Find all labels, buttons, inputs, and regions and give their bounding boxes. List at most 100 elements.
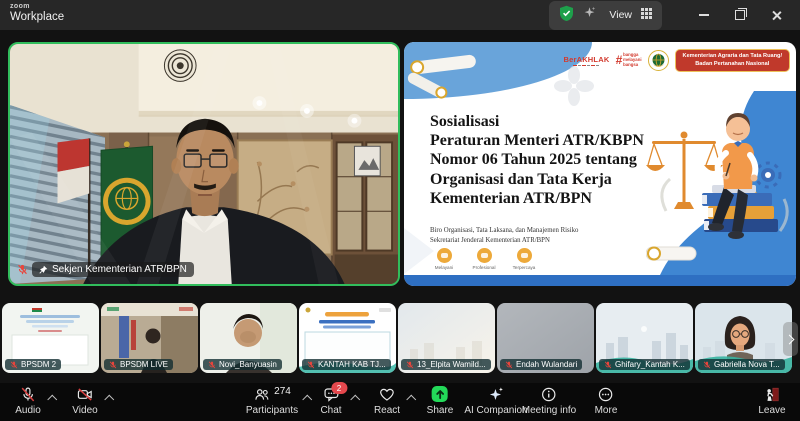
participant-name-tag: BPSDM LIVE: [104, 359, 173, 370]
participant-name-tag: Ghifary_Kantah K...: [599, 359, 690, 370]
react-button[interactable]: React: [374, 386, 400, 416]
ministry-logo: [648, 50, 669, 71]
terpercaya-icon: [517, 248, 532, 263]
participant-thumbnail[interactable]: Novi_Banyuasin: [200, 303, 297, 373]
view-button[interactable]: View: [609, 9, 632, 21]
speaker-name-tag: Sekjen Kementerian ATR/BPN: [17, 262, 194, 277]
participant-name-tag: Gabriella Nova T...: [698, 359, 785, 370]
ai-companion-label: AI Companion: [464, 405, 527, 416]
minimize-button[interactable]: [686, 0, 722, 30]
participant-name-tag: 13_Elpita Wamild...: [401, 359, 491, 370]
participant-thumbnail[interactable]: 13_Elpita Wamild...: [398, 303, 495, 373]
slide-title: Sosialisasi Peraturan Menteri ATR/KBPN N…: [430, 112, 644, 208]
react-options-caret[interactable]: [406, 393, 416, 403]
workplace-label: Workplace: [10, 12, 64, 24]
restore-icon: [735, 10, 745, 20]
muted-mic-icon: [703, 361, 711, 369]
leave-label: Leave: [758, 405, 785, 416]
speaker-name-label: Sekjen Kementerian ATR/BPN: [52, 264, 187, 275]
more-label: More: [595, 405, 618, 416]
chat-button[interactable]: 2 Chat: [320, 386, 341, 416]
screen-share-tile[interactable]: BerAKHLAK # bangga melayani bangsa Kemen…: [404, 42, 796, 286]
berakhlak-logo: BerAKHLAK: [563, 55, 609, 67]
value-terpercaya: Terpercaya: [508, 248, 540, 270]
video-off-icon: [77, 386, 94, 403]
ai-companion-titlebar-icon[interactable]: [583, 6, 596, 24]
view-controls-pill: View: [549, 1, 662, 30]
slide-bottom-band: [404, 275, 796, 286]
participant-name-tag: BPSDM 2: [5, 359, 61, 370]
participants-icon: [253, 386, 271, 403]
react-label: React: [374, 405, 400, 416]
meeting-info-button[interactable]: Meeting info: [522, 386, 576, 416]
participants-options-caret[interactable]: [302, 393, 312, 403]
zoom-meeting-window: { "titlebar": { "app_name": "zoom", "pro…: [0, 0, 800, 421]
share-button[interactable]: Share: [427, 386, 454, 416]
more-button[interactable]: More: [595, 386, 618, 416]
participants-label: Participants: [246, 405, 298, 416]
muted-mic-icon: [307, 361, 315, 369]
participants-count: 274: [274, 386, 291, 397]
participant-name-tag: Novi_Banyuasin: [203, 359, 282, 370]
slide-logos-row: BerAKHLAK # bangga melayani bangsa Kemen…: [563, 49, 790, 72]
audio-label: Audio: [15, 405, 41, 416]
close-icon: [771, 10, 782, 21]
heart-icon: [378, 386, 396, 403]
video-button[interactable]: Video: [72, 386, 97, 416]
filmstrip-next-button[interactable]: [783, 322, 798, 356]
participant-name-tag: Endah Wulandari: [500, 359, 582, 370]
chat-options-caret[interactable]: [350, 393, 360, 403]
pin-icon: [39, 265, 48, 274]
participant-thumbnail[interactable]: Gabriella Nova T...: [695, 303, 792, 373]
muted-mic-icon: [208, 361, 216, 369]
speaker-video-scene: [10, 44, 398, 284]
info-icon: [540, 386, 558, 403]
leave-button[interactable]: Leave: [758, 386, 785, 416]
participant-thumbnail[interactable]: BPSDM 2: [2, 303, 99, 373]
more-icon: [597, 386, 615, 403]
muted-mic-icon: [604, 361, 612, 369]
flower-decoration: [554, 66, 594, 106]
muted-mic-icon: [505, 361, 513, 369]
audio-options-caret[interactable]: [47, 393, 57, 403]
participant-name-tag: KANTAH KAB TJ...: [302, 359, 391, 370]
slide-subtitle: Biro Organisasi, Tata Laksana, dan Manaj…: [430, 226, 578, 246]
ai-companion-icon: [487, 386, 505, 403]
scroll-illustration: [406, 71, 448, 100]
muted-mic-icon: [17, 264, 28, 275]
slide-values-row: Melayani Profesional Terpercaya: [428, 248, 540, 270]
close-button[interactable]: [758, 0, 794, 30]
chevron-right-icon: [785, 334, 795, 344]
melayani-icon: [437, 248, 452, 263]
participants-button[interactable]: 274 Participants: [246, 386, 298, 416]
participant-thumbnail[interactable]: KANTAH KAB TJ...: [299, 303, 396, 373]
leave-door-icon: [763, 386, 781, 403]
audio-button[interactable]: Audio: [15, 386, 41, 416]
zoom-logo: zoom: [10, 3, 64, 10]
muted-mic-icon: [19, 386, 36, 403]
share-label: Share: [427, 405, 454, 416]
profesional-icon: [477, 248, 492, 263]
app-brand: zoom Workplace: [10, 3, 64, 24]
ai-companion-button[interactable]: AI Companion: [464, 386, 527, 416]
justice-illustration: [646, 91, 796, 275]
security-shield-icon[interactable]: [559, 5, 574, 26]
muted-mic-icon: [406, 361, 414, 369]
titlebar: zoom Workplace View: [0, 0, 800, 30]
bangga-melayani-bangsa-logo: # bangga melayani bangsa: [615, 53, 641, 68]
video-options-caret[interactable]: [104, 393, 114, 403]
meeting-toolbar: Audio Video 274 Participants 2 Chat Reac…: [0, 383, 800, 421]
meeting-info-label: Meeting info: [522, 405, 576, 416]
video-label: Video: [72, 405, 97, 416]
maximize-button[interactable]: [722, 0, 758, 30]
value-profesional: Profesional: [468, 248, 500, 270]
chat-unread-badge: 2: [331, 382, 347, 394]
active-speaker-video-tile[interactable]: Sekjen Kementerian ATR/BPN: [8, 42, 400, 286]
ministry-name-badge: Kementerian Agraria dan Tata Ruang/ Bada…: [675, 49, 790, 72]
participant-thumbnail[interactable]: BPSDM LIVE: [101, 303, 198, 373]
participant-thumbnail[interactable]: Ghifary_Kantah K...: [596, 303, 693, 373]
view-grid-icon[interactable]: [641, 6, 652, 24]
participant-thumbnail[interactable]: Endah Wulandari: [497, 303, 594, 373]
muted-mic-icon: [10, 361, 18, 369]
scroll-illustration: [411, 54, 476, 75]
